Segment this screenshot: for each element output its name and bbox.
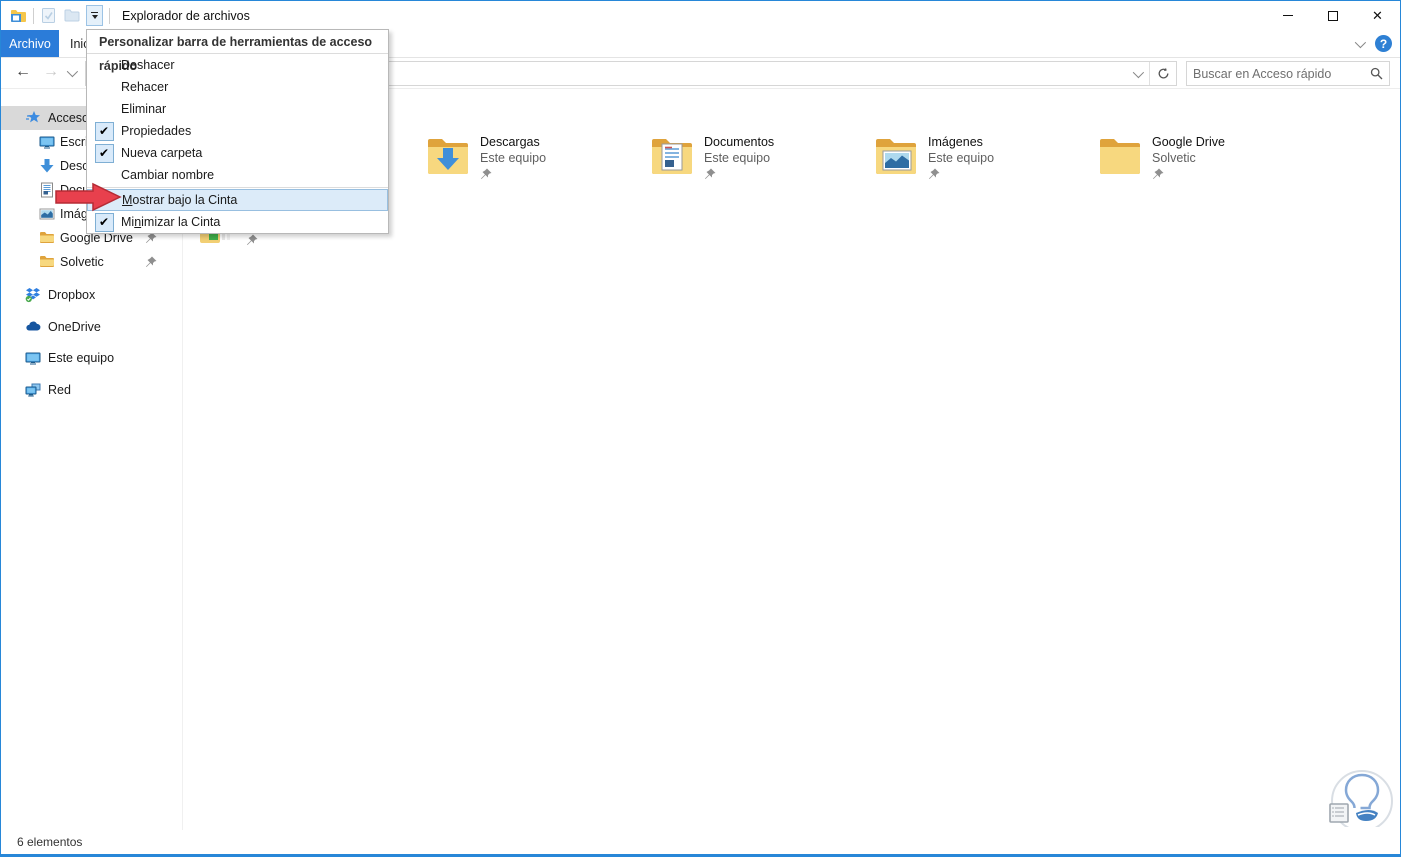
menu-item-minimizar-la-cinta[interactable]: ✔ Minimizar la Cinta bbox=[87, 211, 388, 233]
title-bar: Explorador de archivos ✕ bbox=[1, 1, 1400, 30]
red-callout-arrow bbox=[53, 181, 123, 216]
qat-customize-menu: Personalizar barra de herramientas de ac… bbox=[86, 29, 389, 234]
pin-icon bbox=[928, 168, 994, 183]
desktop-icon bbox=[39, 134, 55, 150]
menu-item-cambiar-nombre[interactable]: Cambiar nombre bbox=[87, 164, 388, 186]
folder-pictures-icon bbox=[874, 134, 918, 186]
downloads-icon bbox=[39, 158, 55, 174]
caption-buttons: ✕ bbox=[1265, 1, 1400, 30]
tile-location: Solvetic bbox=[1152, 151, 1196, 165]
tile-documentos[interactable]: Documentos Este equipo bbox=[650, 134, 865, 186]
hidden-tile-folder-fragment bbox=[200, 233, 236, 248]
status-bar: 6 elementos bbox=[1, 830, 1400, 854]
tab-archivo[interactable]: Archivo bbox=[1, 30, 59, 57]
solvetic-lightbulb-watermark bbox=[1318, 761, 1394, 832]
quick-access-star-icon bbox=[25, 110, 41, 126]
hidden-tile-pin-icon bbox=[246, 234, 258, 249]
address-dropdown-icon[interactable] bbox=[1132, 66, 1145, 78]
tile-name: Google Drive bbox=[1152, 135, 1225, 149]
tile-descargas[interactable]: Descargas Este equipo bbox=[426, 134, 641, 186]
pin-icon bbox=[145, 256, 157, 271]
sidebar-item-onedrive[interactable]: OneDrive bbox=[1, 315, 181, 339]
menu-title: Personalizar barra de herramientas de ac… bbox=[87, 30, 388, 73]
sidebar-item-solvetic[interactable]: Solvetic bbox=[1, 250, 181, 274]
qat-properties-icon[interactable] bbox=[40, 7, 57, 24]
menu-separator bbox=[87, 187, 388, 188]
sidebar-item-dropbox[interactable]: Dropbox bbox=[1, 283, 181, 307]
tile-name: Descargas bbox=[480, 135, 540, 149]
qat-customize-dropdown-button[interactable] bbox=[86, 5, 103, 26]
maximize-button[interactable] bbox=[1310, 1, 1355, 30]
qat-new-folder-icon[interactable] bbox=[63, 7, 80, 24]
checkbox-checked-icon: ✔ bbox=[94, 121, 114, 141]
expand-ribbon-icon[interactable] bbox=[1354, 36, 1367, 48]
menu-item-eliminar[interactable]: Eliminar bbox=[87, 98, 388, 120]
tile-location: Este equipo bbox=[928, 151, 995, 165]
titlebar-separator bbox=[109, 7, 110, 24]
menu-item-deshacer[interactable]: Deshacer bbox=[87, 54, 388, 76]
this-pc-icon bbox=[25, 350, 41, 366]
explorer-window: Explorador de archivos ✕ Archivo Inicio … bbox=[0, 0, 1401, 857]
sidebar-item-este-equipo[interactable]: Este equipo bbox=[1, 346, 181, 370]
search-box bbox=[1186, 61, 1390, 86]
folder-documents-icon bbox=[650, 134, 694, 186]
folder-downloads-icon bbox=[426, 134, 470, 186]
item-count: 6 elementos bbox=[17, 835, 83, 849]
tile-name: Imágenes bbox=[928, 135, 983, 149]
tile-imagenes[interactable]: Imágenes Este equipo bbox=[874, 134, 1089, 186]
dropbox-icon bbox=[25, 287, 41, 303]
refresh-icon[interactable] bbox=[1150, 67, 1176, 80]
network-icon bbox=[25, 382, 41, 398]
menu-item-mostrar-bajo-la-cinta[interactable]: Mostrar bajo la Cinta bbox=[87, 189, 388, 211]
close-button[interactable]: ✕ bbox=[1355, 1, 1400, 30]
folder-icon bbox=[39, 230, 55, 246]
onedrive-cloud-icon bbox=[25, 319, 41, 335]
forward-icon[interactable]: → bbox=[43, 63, 59, 81]
menu-item-rehacer[interactable]: Rehacer bbox=[87, 76, 388, 98]
pin-icon bbox=[480, 168, 546, 183]
menu-item-propiedades[interactable]: ✔ Propiedades bbox=[87, 120, 388, 142]
quick-access-toolbar: Explorador de archivos bbox=[1, 5, 250, 26]
search-icon[interactable] bbox=[1363, 67, 1389, 80]
search-input[interactable] bbox=[1187, 66, 1363, 81]
folder-icon bbox=[1098, 134, 1142, 186]
menu-item-nueva-carpeta[interactable]: ✔ Nueva carpeta bbox=[87, 142, 388, 164]
pin-icon bbox=[1152, 168, 1225, 183]
pin-icon bbox=[145, 232, 157, 247]
tile-google-drive[interactable]: Google Drive Solvetic bbox=[1098, 134, 1313, 186]
tile-location: Este equipo bbox=[704, 151, 771, 165]
tile-name: Documentos bbox=[704, 135, 775, 149]
pin-icon bbox=[704, 168, 774, 183]
back-icon[interactable]: ← bbox=[15, 63, 31, 81]
tile-location: Este equipo bbox=[480, 151, 547, 165]
explorer-folder-icon bbox=[10, 7, 27, 24]
recent-locations-icon[interactable] bbox=[66, 65, 79, 78]
help-icon[interactable]: ? bbox=[1375, 35, 1392, 52]
sidebar-item-red[interactable]: Red bbox=[1, 378, 181, 402]
minimize-button[interactable] bbox=[1265, 1, 1310, 30]
window-title: Explorador de archivos bbox=[122, 8, 250, 23]
checkbox-checked-icon: ✔ bbox=[94, 143, 114, 163]
titlebar-separator bbox=[33, 7, 34, 24]
folder-icon bbox=[39, 254, 55, 270]
